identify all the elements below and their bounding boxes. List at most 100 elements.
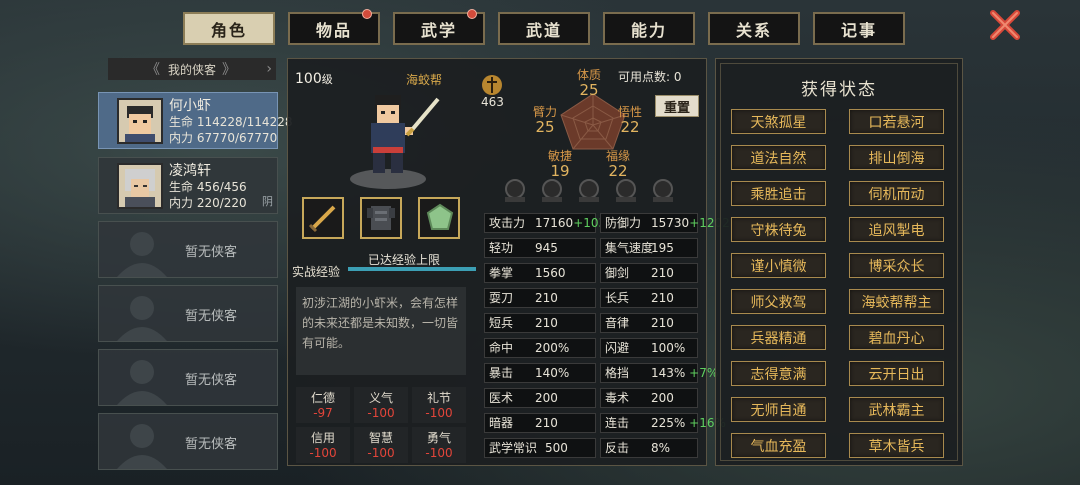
reset-button[interactable]: 重置 [655,95,699,117]
tab-relations[interactable]: 关系 [708,12,800,45]
empty-orb-slot-icon[interactable] [502,177,528,203]
status-buff[interactable]: 追风掣电 [849,217,944,242]
level-value: 100 [295,71,322,87]
empty-slot-label: 暂无侠客 [185,373,238,388]
silhouette-icon [117,424,167,469]
silhouette-icon [117,360,167,405]
status-buff[interactable]: 谨小慎微 [731,253,826,278]
attr-name: 悟性 [617,105,642,119]
stat-name: 拳掌 [489,266,514,280]
status-buff[interactable]: 排山倒海 [849,145,944,170]
hero-card-selected[interactable]: 何小虾 生命 114228/114228 内力 67770/67770 [98,92,292,149]
stat-row: 集气速度 195 [600,238,698,258]
equip-slot-weapon[interactable] [302,197,344,239]
hero-name: 凌鸿轩 [169,163,211,179]
chevron-left-icon[interactable]: 《 [146,59,160,79]
tab-martial-arts[interactable]: 武学 [393,9,485,45]
virtue-value: -100 [367,446,395,460]
level-display: 100级 [295,71,333,87]
empty-hero-slot[interactable]: 暂无侠客 [98,221,278,278]
status-buff[interactable]: 云开日出 [849,361,944,386]
status-buff[interactable]: 道法自然 [731,145,826,170]
status-buff[interactable]: 志得意满 [731,361,826,386]
stat-name: 耍刀 [489,291,514,305]
stat-row: 格挡 143% +7% [600,363,718,383]
stat-value: 210 [535,416,558,430]
notification-dot-icon [362,9,372,19]
status-buff[interactable]: 博采众长 [849,253,944,278]
status-buff[interactable]: 口若悬河 [849,109,944,134]
stat-name: 闪避 [605,341,630,355]
empty-orb-slot-icon[interactable] [650,177,676,203]
empty-slot-label: 暂无侠客 [185,245,238,260]
silhouette-icon [117,296,167,341]
attr-name: 体质 [576,68,601,82]
status-buff[interactable]: 伺机而动 [849,181,944,206]
stat-value: 17160 [535,216,574,230]
stat-row: 医术 200 [484,388,596,408]
hero-avatar [117,163,163,209]
hero-list-header: 《 我的侠客 》 › [108,58,276,80]
empty-hero-slot[interactable]: 暂无侠客 [98,285,278,342]
status-buff[interactable]: 气血充盈 [731,433,826,458]
silhouette-icon [117,232,167,277]
hero-card[interactable]: 凌鸿轩 生命 456/456 内力 220/220 阴 [98,157,278,214]
stat-value: 500 [545,441,568,455]
attr-fuyuan: 福缘 22 [598,149,638,179]
tab-label: 能力 [630,20,667,40]
stat-value: 210 [651,266,674,280]
virtue-name: 义气 [368,391,393,405]
status-buff[interactable]: 武林霸主 [849,397,944,422]
stat-value: 140% [535,366,570,380]
attr-value: 25 [579,81,599,99]
jade-icon [426,203,454,230]
empty-orb-slot-icon[interactable] [613,177,639,203]
close-icon[interactable] [988,8,1022,42]
stat-row: 连击 225% +16% [600,413,726,433]
equip-slot-accessory[interactable] [418,197,460,239]
virtue-item: 勇气 -100 [412,427,466,463]
stat-name: 攻击力 [489,216,526,230]
stat-value: 210 [651,291,674,305]
status-buff[interactable]: 海蛟帮帮主 [849,289,944,314]
notification-dot-icon [467,9,477,19]
tab-label: 武学 [420,20,457,40]
tab-label: 记事 [840,20,877,40]
character-portrait [350,95,440,189]
tab-journal[interactable]: 记事 [813,12,905,45]
stat-value: 195 [651,241,674,255]
chevron-right-icon[interactable]: 》 [222,59,236,79]
tab-abilities[interactable]: 能力 [603,12,695,45]
status-buff[interactable]: 无师自通 [731,397,826,422]
empty-orb-slot-icon[interactable] [576,177,602,203]
tab-items[interactable]: 物品 [288,9,380,45]
status-buff[interactable]: 兵器精通 [731,325,826,350]
tab-label: 角色 [210,20,247,40]
status-buff[interactable]: 师父救驾 [731,289,826,314]
status-buff[interactable]: 守株待兔 [731,217,826,242]
attr-name: 福缘 [605,149,630,163]
status-buff[interactable]: 碧血丹心 [849,325,944,350]
empty-orb-slot-icon[interactable] [539,177,565,203]
stat-value: 200 [535,391,558,405]
empty-hero-slot[interactable]: 暂无侠客 [98,349,278,406]
virtue-item: 义气 -100 [354,387,408,423]
virtue-name: 智慧 [368,431,393,445]
stat-name: 短兵 [489,316,514,330]
empty-hero-slot[interactable]: 暂无侠客 [98,413,278,470]
attr-wuxing: 悟性 22 [610,105,650,135]
status-buff[interactable]: 草木皆兵 [849,433,944,458]
stat-row: 命中 200% [484,338,596,358]
expand-arrow-icon[interactable]: › [266,61,272,77]
stat-name: 长兵 [605,291,630,305]
tab-martial-way[interactable]: 武道 [498,12,590,45]
stat-row: 武学常识 500 [484,438,596,458]
status-buff[interactable]: 乘胜追击 [731,181,826,206]
exp-status: 已达经验上限 [368,253,441,267]
status-panel-title: 获得状态 [801,80,877,100]
status-buff[interactable]: 天煞孤星 [731,109,826,134]
tab-character[interactable]: 角色 [183,12,275,45]
equip-slot-armor[interactable] [360,197,402,239]
stat-value: 200% [535,341,570,355]
stat-name: 命中 [489,341,514,355]
